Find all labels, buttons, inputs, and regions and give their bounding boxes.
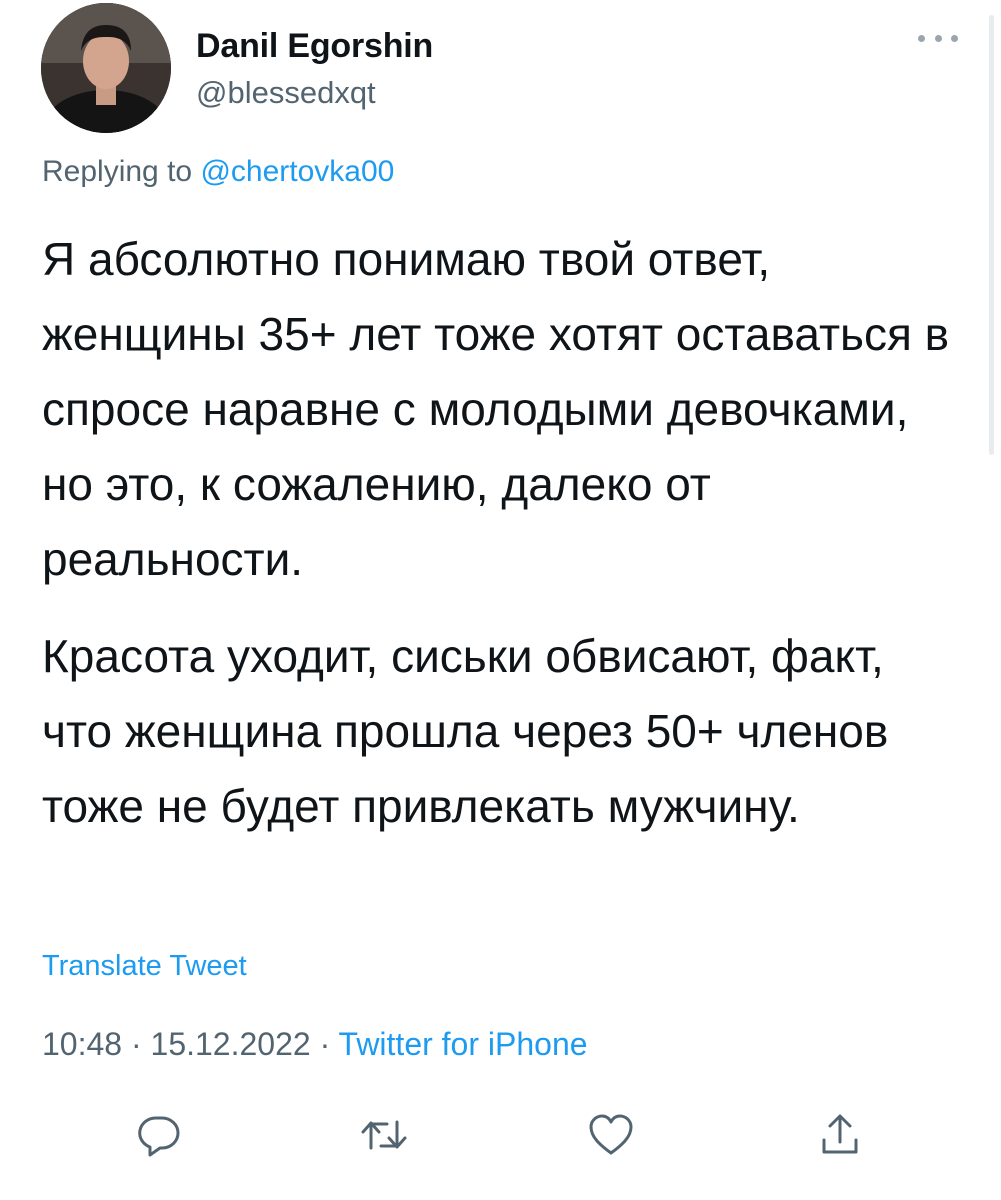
like-button[interactable]	[586, 1110, 636, 1160]
retweet-icon	[361, 1120, 407, 1150]
scrollbar[interactable]	[989, 15, 994, 455]
tweet: Danil Egorshin @blessedxqt Replying to @…	[0, 0, 1001, 1200]
tweet-date[interactable]: 15.12.2022	[151, 1026, 311, 1062]
meta-separator: ·	[122, 1026, 151, 1062]
author-handle[interactable]: @blessedxqt	[196, 75, 376, 111]
more-dot	[951, 34, 958, 42]
reply-icon	[138, 1116, 180, 1157]
tweet-text: Я абсолютно понимаю твой ответ, женщины …	[42, 222, 962, 844]
reply-button[interactable]	[134, 1110, 184, 1160]
tweet-source-link[interactable]: Twitter for iPhone	[339, 1026, 588, 1062]
translate-tweet-link[interactable]: Translate Tweet	[42, 950, 247, 983]
more-options-icon[interactable]	[918, 28, 958, 48]
more-dot	[918, 34, 925, 42]
replying-to-label: Replying to	[42, 155, 201, 188]
share-button[interactable]	[815, 1110, 865, 1160]
tweet-metadata: 10:48 · 15.12.2022 · Twitter for iPhone	[42, 1026, 588, 1063]
tweet-paragraph: Я абсолютно понимаю твой ответ, женщины …	[42, 233, 950, 585]
action-bar	[0, 1110, 1001, 1160]
tweet-paragraph: Красота уходит, сиськи обвисают, факт, ч…	[42, 630, 889, 832]
avatar[interactable]	[41, 3, 171, 133]
share-icon	[822, 1114, 858, 1154]
replying-to: Replying to @chertovka00	[42, 155, 394, 189]
reply-mention-link[interactable]: @chertovka00	[200, 155, 394, 188]
more-dot	[934, 34, 942, 42]
retweet-button[interactable]	[359, 1110, 409, 1160]
meta-separator: ·	[310, 1026, 339, 1062]
author-name[interactable]: Danil Egorshin	[196, 27, 433, 66]
avatar-photo	[41, 3, 171, 133]
tweet-time[interactable]: 10:48	[42, 1026, 122, 1062]
like-icon	[589, 1114, 633, 1155]
